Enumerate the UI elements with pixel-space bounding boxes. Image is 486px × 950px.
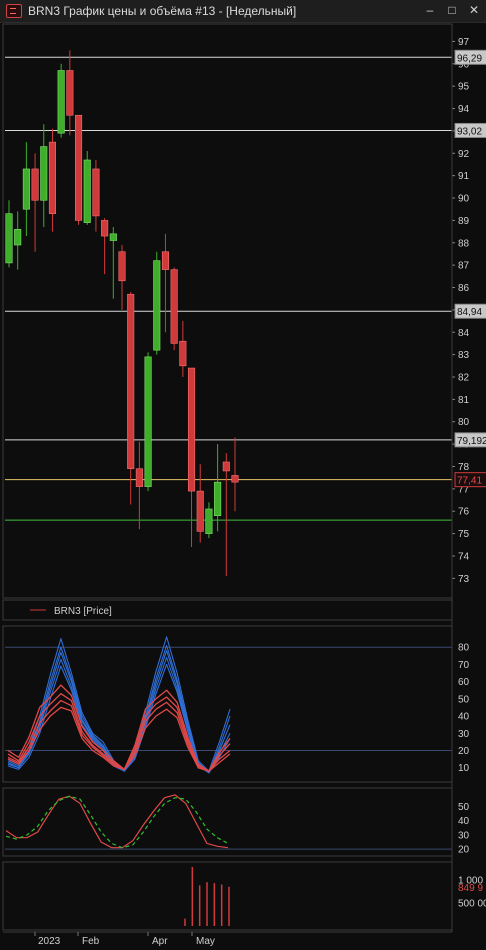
osc-tick-label: 30 — [458, 830, 470, 841]
stoch-tick-label: 40 — [458, 712, 470, 723]
candle-body — [214, 481, 222, 516]
level-tag-text-3: 79,192 — [457, 436, 486, 447]
candle-body — [57, 70, 65, 134]
candle-body — [40, 146, 48, 201]
price-panel: 7374757677787980818283848586878889909192… — [5, 37, 486, 585]
candle-body — [22, 168, 30, 210]
osc-tick-label: 50 — [458, 802, 470, 813]
price-tick-label: 91 — [458, 171, 470, 182]
stoch-tick-label: 80 — [458, 643, 470, 654]
candle-body — [101, 220, 109, 237]
candle-body — [31, 168, 39, 201]
price-tick-label: 88 — [458, 238, 470, 249]
osc-red-line — [5, 794, 229, 849]
chart-canvas[interactable]: 7374757677787980818283848586878889909192… — [0, 0, 486, 950]
x-label-may: May — [196, 936, 215, 947]
candle-body — [5, 213, 13, 264]
candle-body — [222, 461, 230, 472]
candle-body — [179, 340, 187, 367]
panel-frame-2 — [2, 625, 453, 783]
x-label-2023: 2023 — [38, 936, 61, 947]
candle-body — [196, 490, 204, 532]
price-tick-label: 87 — [458, 261, 470, 272]
price-tick-label: 82 — [458, 372, 470, 383]
price-tick-label: 73 — [458, 574, 470, 585]
candle-body — [144, 356, 152, 487]
price-tick-label: 83 — [458, 350, 470, 361]
candle-body — [170, 269, 178, 344]
price-tick-label: 92 — [458, 149, 470, 160]
volume-last-value-label: 849 9 — [458, 883, 483, 894]
price-tick-label: 80 — [458, 417, 470, 428]
candle-body — [109, 233, 117, 241]
candle-body — [74, 114, 83, 221]
price-tick-label: 86 — [458, 283, 470, 294]
price-tick-label: 95 — [458, 82, 470, 93]
volume-panel: 500 0001 000849 9 — [184, 866, 486, 926]
stoch-tick-label: 30 — [458, 729, 470, 740]
candle-body — [153, 260, 161, 351]
price-tick-label: 94 — [458, 104, 470, 115]
candle-body — [135, 468, 143, 487]
candle-body — [161, 251, 170, 270]
legend-label: BRN3 [Price] — [54, 606, 112, 617]
stoch-tick-label: 20 — [458, 746, 470, 757]
x-label-feb: Feb — [82, 936, 100, 947]
candle-body — [66, 70, 74, 116]
stoch-tick-label: 70 — [458, 660, 470, 671]
stoch-tick-label: 50 — [458, 694, 470, 705]
candle-body — [14, 229, 22, 246]
candle-body — [92, 168, 100, 217]
volume-tick-label-500k: 500 000 — [458, 898, 486, 909]
candle-body — [187, 367, 196, 492]
price-tick-label: 74 — [458, 551, 470, 562]
level-tag-text-0: 96,29 — [457, 53, 482, 64]
stoch-tick-label: 10 — [458, 763, 470, 774]
stoch-blue-line-0 — [7, 636, 231, 772]
price-tick-label: 97 — [458, 37, 470, 48]
candle-body — [205, 508, 213, 534]
candle-body — [127, 293, 135, 470]
price-tick-label: 76 — [458, 507, 470, 518]
osc-tick-label: 40 — [458, 816, 470, 827]
price-tick-label: 84 — [458, 328, 470, 339]
price-tick-label: 75 — [458, 529, 470, 540]
price-tick-label: 90 — [458, 194, 470, 205]
time-axis: 2023 Feb Apr May — [38, 936, 215, 947]
legend-panel: BRN3 [Price] — [30, 606, 112, 617]
stoch-tick-label: 60 — [458, 677, 470, 688]
price-tick-label: 78 — [458, 462, 470, 473]
panel-frame-3 — [2, 787, 453, 857]
candle-body — [118, 251, 126, 282]
level-tag-text-4: 77,41 — [457, 476, 482, 487]
osc-tick-label: 20 — [458, 845, 470, 856]
price-tick-label: 89 — [458, 216, 470, 227]
level-tag-text-2: 84,94 — [457, 307, 482, 318]
candle-body — [83, 159, 91, 223]
price-tick-label: 81 — [458, 395, 470, 406]
candle-body — [48, 141, 57, 214]
osc-green-dashed-line — [5, 795, 229, 849]
level-tag-text-1: 93,02 — [457, 126, 482, 137]
panel-frame-4 — [2, 861, 453, 931]
candle-body — [231, 475, 239, 483]
x-label-apr: Apr — [152, 936, 168, 947]
stochastic-ribbon-panel: 10 20 30 40 50 60 70 80 — [5, 636, 470, 774]
oscillator-panel: 20 30 40 50 — [5, 794, 470, 856]
